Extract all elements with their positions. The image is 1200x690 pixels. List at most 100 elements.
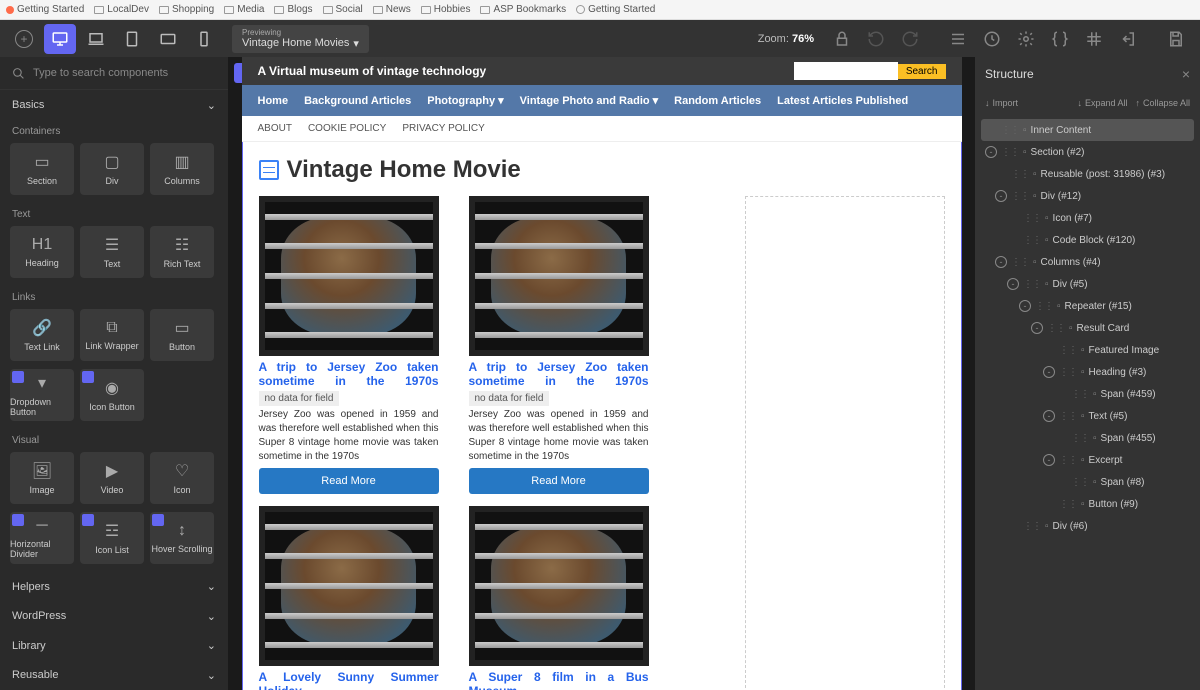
drag-icon[interactable]: ⋮⋮ xyxy=(1071,477,1089,488)
drag-icon[interactable]: ⋮⋮ xyxy=(1011,257,1029,268)
tree-node[interactable]: -⋮⋮▫Repeater (#15) xyxy=(981,295,1194,317)
grid-button[interactable] xyxy=(1078,24,1110,54)
drag-icon[interactable]: ⋮⋮ xyxy=(1071,389,1089,400)
tree-node[interactable]: -⋮⋮▫Columns (#4) xyxy=(981,251,1194,273)
element-div[interactable]: ▢Div xyxy=(80,143,144,195)
read-more-button[interactable]: Read More xyxy=(259,468,439,494)
element-section[interactable]: ▭Section xyxy=(10,143,74,195)
site-search-input[interactable] xyxy=(794,62,898,80)
element-richtext[interactable]: ☷Rich Text xyxy=(150,226,214,278)
element-image[interactable]: 🖼Image xyxy=(10,452,74,504)
drag-icon[interactable]: ⋮⋮ xyxy=(1011,191,1029,202)
drag-icon[interactable]: ⋮⋮ xyxy=(1023,279,1041,290)
element-video[interactable]: ▶Video xyxy=(80,452,144,504)
tablet-view-button[interactable] xyxy=(116,24,148,54)
tree-node[interactable]: -⋮⋮▫Section (#2) xyxy=(981,141,1194,163)
featured-image[interactable] xyxy=(469,196,649,356)
tree-node[interactable]: -⋮⋮▫Excerpt xyxy=(981,449,1194,471)
site-search-button[interactable]: Search xyxy=(898,64,946,79)
element-dropdown-button[interactable]: ▾Dropdown Button xyxy=(10,369,74,421)
helpers-header[interactable]: Helpers⌄ xyxy=(0,572,228,602)
toggle-icon[interactable]: - xyxy=(1007,278,1019,290)
nav-photography[interactable]: Photography▾ xyxy=(427,94,503,107)
tree-node[interactable]: ⋮⋮▫Reusable (post: 31986) (#3) xyxy=(981,163,1194,185)
toggle-icon[interactable]: - xyxy=(995,256,1007,268)
tree-node[interactable]: ⋮⋮▫Featured Image xyxy=(981,339,1194,361)
bookmark-shopping[interactable]: Shopping xyxy=(159,4,214,15)
tree-node[interactable]: ⋮⋮▫Div (#6) xyxy=(981,515,1194,537)
tree-node[interactable]: ⋮⋮▫Code Block (#120) xyxy=(981,229,1194,251)
basics-header[interactable]: Basics⌄ xyxy=(0,90,228,120)
tree-node[interactable]: -⋮⋮▫Text (#5) xyxy=(981,405,1194,427)
nav-home[interactable]: Home xyxy=(258,94,289,107)
element-button[interactable]: ▭Button xyxy=(150,309,214,361)
bookmark-news[interactable]: News xyxy=(373,4,411,15)
zoom-indicator[interactable]: Zoom: 76% xyxy=(758,33,814,45)
import-button[interactable]: ↓ Import xyxy=(985,98,1018,108)
element-columns[interactable]: ▥Columns xyxy=(150,143,214,195)
drag-icon[interactable]: ⋮⋮ xyxy=(1059,367,1077,378)
subnav-about[interactable]: ABOUT xyxy=(258,123,292,134)
element-hover-scroll[interactable]: ↕Hover Scrolling xyxy=(150,512,214,564)
toggle-icon[interactable]: - xyxy=(1043,410,1055,422)
tree-node[interactable]: -⋮⋮▫Div (#12) xyxy=(981,185,1194,207)
element-textlink[interactable]: 🔗Text Link xyxy=(10,309,74,361)
drag-icon[interactable]: ⋮⋮ xyxy=(1059,455,1077,466)
drag-icon[interactable]: ⋮⋮ xyxy=(1059,499,1077,510)
settings-button[interactable] xyxy=(1010,24,1042,54)
element-divider[interactable]: ─Horizontal Divider xyxy=(10,512,74,564)
drag-icon[interactable]: ⋮⋮ xyxy=(1059,345,1077,356)
add-element-button[interactable]: + xyxy=(8,24,40,54)
toggle-icon[interactable]: - xyxy=(985,146,997,158)
featured-image[interactable] xyxy=(259,506,439,666)
history-button[interactable] xyxy=(976,24,1008,54)
drag-icon[interactable]: ⋮⋮ xyxy=(1023,235,1041,246)
tree-node[interactable]: -⋮⋮▫Result Card xyxy=(981,317,1194,339)
element-linkwrapper[interactable]: ⧉Link Wrapper xyxy=(80,309,144,361)
featured-image[interactable] xyxy=(259,196,439,356)
canvas[interactable]: ‹ A Virtual museum of vintage technology… xyxy=(228,57,975,690)
featured-image[interactable] xyxy=(469,506,649,666)
drag-icon[interactable]: ⋮⋮ xyxy=(1035,301,1053,312)
save-button[interactable] xyxy=(1160,24,1192,54)
mobile-view-button[interactable] xyxy=(188,24,220,54)
tree-node[interactable]: -⋮⋮▫Heading (#3) xyxy=(981,361,1194,383)
nav-vintage-photo[interactable]: Vintage Photo and Radio▾ xyxy=(520,94,659,107)
close-panel-button[interactable]: × xyxy=(1182,66,1190,82)
undo-button[interactable] xyxy=(860,24,892,54)
toggle-icon[interactable]: - xyxy=(1019,300,1031,312)
drag-icon[interactable]: ⋮⋮ xyxy=(1047,323,1065,334)
bookmark-getting-started[interactable]: Getting Started xyxy=(6,4,84,15)
lock-button[interactable] xyxy=(826,24,858,54)
bookmark-localdev[interactable]: LocalDev xyxy=(94,4,149,15)
subnav-cookie[interactable]: COOKIE POLICY xyxy=(308,123,386,134)
sidebar-column[interactable] xyxy=(745,196,945,690)
subnav-privacy[interactable]: PRIVACY POLICY xyxy=(402,123,484,134)
card-title[interactable]: A trip to Jersey Zoo taken sometime in t… xyxy=(469,360,649,388)
element-icon-button[interactable]: ◉Icon Button xyxy=(80,369,144,421)
element-heading[interactable]: H1Heading xyxy=(10,226,74,278)
library-header[interactable]: Library⌄ xyxy=(0,631,228,661)
drag-icon[interactable]: ⋮⋮ xyxy=(1001,125,1019,136)
bookmark-asp[interactable]: ASP Bookmarks xyxy=(480,4,566,15)
drag-icon[interactable]: ⋮⋮ xyxy=(1059,411,1077,422)
component-search[interactable]: Type to search components xyxy=(0,57,228,90)
drag-icon[interactable]: ⋮⋮ xyxy=(1011,169,1029,180)
redo-button[interactable] xyxy=(894,24,926,54)
card-title[interactable]: A Super 8 film in a Bus Museum xyxy=(469,670,649,690)
toggle-icon[interactable]: - xyxy=(995,190,1007,202)
bookmark-media[interactable]: Media xyxy=(224,4,264,15)
tree-node[interactable]: ⋮⋮▫Button (#9) xyxy=(981,493,1194,515)
tree-node[interactable]: ⋮⋮▫Span (#459) xyxy=(981,383,1194,405)
css-button[interactable] xyxy=(1044,24,1076,54)
collapse-all-button[interactable]: ↑ Collapse All xyxy=(1135,98,1190,108)
bookmark-blogs[interactable]: Blogs xyxy=(274,4,312,15)
reusable-header[interactable]: Reusable⌄ xyxy=(0,661,228,690)
manage-button[interactable] xyxy=(942,24,974,54)
toggle-icon[interactable]: - xyxy=(1043,366,1055,378)
expand-all-button[interactable]: ↓ Expand All xyxy=(1077,98,1127,108)
nav-bg-articles[interactable]: Background Articles xyxy=(304,94,411,107)
tree-node[interactable]: -⋮⋮▫Div (#5) xyxy=(981,273,1194,295)
toggle-icon[interactable]: - xyxy=(1043,454,1055,466)
card-title[interactable]: A Lovely Sunny Summer Holiday xyxy=(259,670,439,690)
